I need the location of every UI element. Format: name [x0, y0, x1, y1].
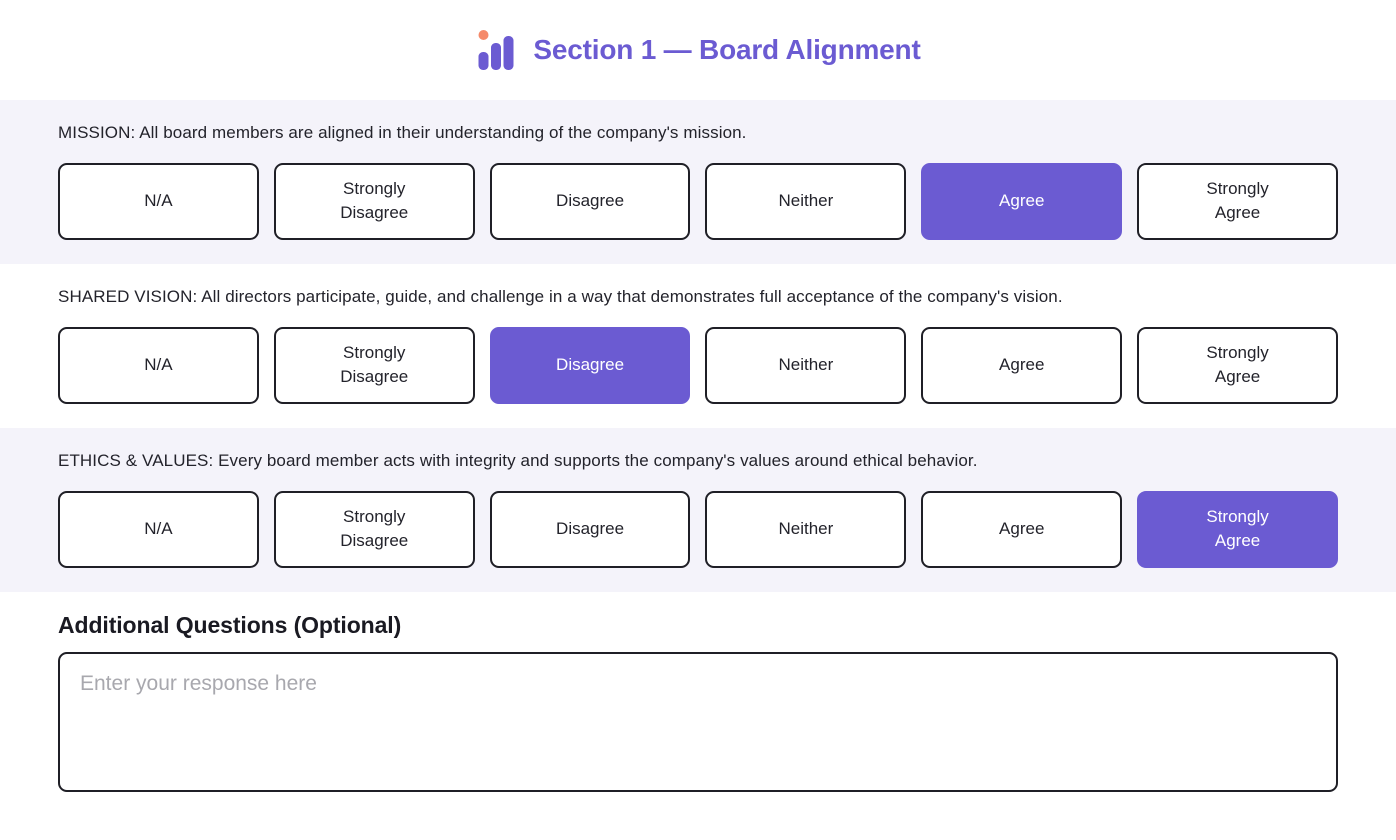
additional-questions-section: Additional Questions (Optional) — [0, 591, 1396, 792]
option-na-1[interactable]: N/A — [58, 162, 259, 240]
page-title: Section 1 — Board Alignment — [533, 34, 921, 65]
option-strongly-agree-3[interactable]: Strongly Agree — [1137, 490, 1338, 568]
option-neither-1[interactable]: Neither — [705, 162, 907, 240]
question-band-3: ETHICS & VALUES: Every board member acts… — [0, 427, 1396, 592]
additional-questions-title: Additional Questions (Optional) — [58, 611, 402, 638]
question-text-1: MISSION: All board members are aligned i… — [58, 123, 747, 142]
response-textarea[interactable] — [58, 651, 1338, 792]
option-strongly-agree-2[interactable]: Strongly Agree — [1137, 326, 1338, 404]
option-disagree-2[interactable]: Disagree — [489, 326, 691, 404]
option-neither-2[interactable]: Neither — [705, 326, 907, 404]
option-neither-3[interactable]: Neither — [705, 490, 907, 568]
option-na-2[interactable]: N/A — [58, 326, 259, 404]
option-strongly-disagree-3[interactable]: Strongly Disagree — [273, 490, 475, 568]
option-agree-1[interactable]: Agree — [921, 162, 1123, 240]
question-text-3: ETHICS & VALUES: Every board member acts… — [58, 450, 978, 470]
option-group-1: N/A Strongly Disagree Disagree Neither A… — [58, 162, 1338, 240]
page-header: Section 1 — Board Alignment — [0, 0, 1396, 100]
option-agree-2[interactable]: Agree — [921, 326, 1123, 404]
question-band-1: MISSION: All board members are aligned i… — [0, 100, 1396, 264]
option-na-3[interactable]: N/A — [58, 490, 259, 568]
option-disagree-3[interactable]: Disagree — [489, 490, 691, 568]
option-group-3: N/A Strongly Disagree Disagree Neither A… — [58, 490, 1338, 568]
option-agree-3[interactable]: Agree — [921, 490, 1123, 568]
option-group-2: N/A Strongly Disagree Disagree Neither A… — [58, 326, 1338, 404]
option-strongly-agree-1[interactable]: Strongly Agree — [1137, 162, 1338, 240]
option-strongly-disagree-2[interactable]: Strongly Disagree — [273, 326, 475, 404]
option-disagree-1[interactable]: Disagree — [489, 162, 691, 240]
bar-chart-icon — [475, 28, 517, 72]
question-text-2: SHARED VISION: All directors participate… — [58, 286, 1063, 306]
option-strongly-disagree-1[interactable]: Strongly Disagree — [273, 162, 475, 240]
question-band-2: SHARED VISION: All directors participate… — [0, 263, 1396, 428]
survey-page: Section 1 — Board Alignment MISSION: All… — [0, 0, 1396, 840]
